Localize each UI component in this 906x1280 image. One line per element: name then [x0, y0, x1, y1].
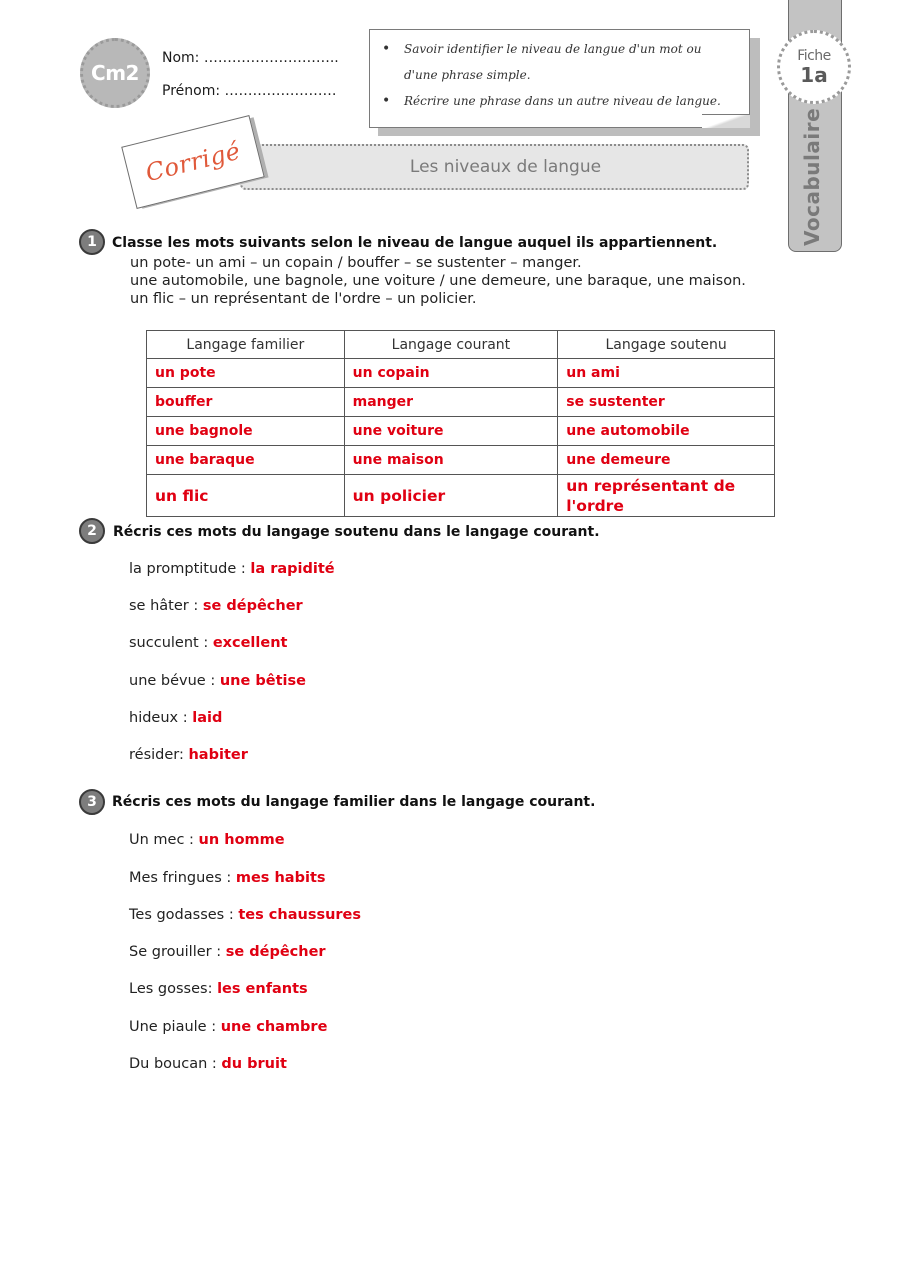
- answer: une chambre: [220, 1019, 328, 1035]
- objectives-list: • Savoir identifier le niveau de langue d…: [380, 36, 737, 114]
- table-cell: un ami: [557, 358, 775, 388]
- exercise-number-2: 2: [79, 518, 105, 544]
- exercise-number-1: 1: [79, 229, 105, 255]
- language-levels-table: Langage familier Langage courant Langage…: [146, 330, 775, 517]
- word-list-line: un flic – un représentant de l'ordre – u…: [130, 291, 477, 307]
- rewrite-item: Mes fringues : mes habits: [129, 870, 326, 886]
- table-cell: un pote: [146, 358, 345, 388]
- rewrite-item: hideux : laid: [129, 710, 223, 726]
- answer: les enfants: [217, 981, 308, 997]
- word-list-line: une automobile, une bagnole, une voiture…: [130, 273, 746, 289]
- rewrite-item: une bévue : une bêtise: [129, 673, 306, 689]
- table-cell: un représentant de l'ordre: [557, 474, 775, 517]
- table-cell: une baraque: [146, 445, 345, 475]
- level-text: Cm2: [91, 61, 139, 85]
- corrige-stamp: Corrigé: [121, 114, 265, 210]
- firstname-field[interactable]: Prénom: ……………………: [162, 83, 337, 99]
- rewrite-item: Se grouiller : se dépêcher: [129, 944, 326, 960]
- exercise-number-3: 3: [79, 789, 105, 815]
- table-cell: une bagnole: [146, 416, 345, 446]
- bullet-icon: •: [382, 93, 391, 109]
- table-row: un pote un copain un ami: [146, 358, 775, 388]
- name-field[interactable]: Nom: ………………………..: [162, 50, 339, 66]
- table-row: un flic un policier un représentant de l…: [146, 474, 775, 517]
- rewrite-item: Tes godasses : tes chaussures: [129, 907, 362, 923]
- answer: une bêtise: [219, 673, 306, 689]
- page-title: Les niveaux de langue: [240, 144, 749, 190]
- column-header-soutenu: Langage soutenu: [557, 330, 775, 359]
- answer: tes chaussures: [238, 907, 362, 923]
- answer: se dépêcher: [225, 944, 326, 960]
- fiche-badge: Fiche 1a: [777, 30, 851, 104]
- exercise-3-instruction: Récris ces mots du langage familier dans…: [112, 794, 596, 810]
- fiche-label: Fiche: [797, 48, 831, 64]
- answer: se dépêcher: [202, 598, 303, 614]
- objective-item: • Savoir identifier le niveau de langue d…: [380, 36, 737, 88]
- answer: un homme: [198, 832, 285, 848]
- rewrite-item: Les gosses: les enfants: [129, 981, 308, 997]
- table-cell: un copain: [343, 358, 559, 388]
- table-cell: une maison: [343, 445, 559, 475]
- exercise-2-instruction: Récris ces mots du langage soutenu dans …: [113, 524, 600, 540]
- table-cell: un policier: [343, 474, 559, 517]
- answer: du bruit: [221, 1056, 287, 1072]
- fiche-number: 1a: [800, 63, 828, 87]
- rewrite-item: se hâter : se dépêcher: [129, 598, 303, 614]
- table-header-row: Langage familier Langage courant Langage…: [146, 330, 775, 359]
- answer: la rapidité: [250, 561, 335, 577]
- table-cell: manger: [343, 387, 559, 417]
- rewrite-item: succulent : excellent: [129, 635, 288, 651]
- page-title-text: Les niveaux de langue: [409, 157, 602, 177]
- corrige-text: Corrigé: [142, 136, 244, 188]
- column-header-courant: Langage courant: [343, 330, 559, 359]
- rewrite-item: Une piaule : une chambre: [129, 1019, 328, 1035]
- column-header-familier: Langage familier: [146, 330, 345, 359]
- objectives-note: • Savoir identifier le niveau de langue d…: [369, 29, 750, 128]
- table-row: bouffer manger se sustenter: [146, 387, 775, 417]
- table-cell: une demeure: [557, 445, 775, 475]
- table-cell: se sustenter: [557, 387, 775, 417]
- table-cell: un flic: [146, 474, 345, 517]
- table-cell: bouffer: [146, 387, 345, 417]
- exercise-1-instruction: Classe les mots suivants selon le niveau…: [112, 235, 718, 251]
- objective-item: • Récrire une phrase dans un autre niveau…: [380, 88, 737, 114]
- word-list-line: un pote- un ami – un copain / bouffer – …: [130, 255, 582, 271]
- bullet-icon: •: [382, 41, 391, 57]
- rewrite-item: la promptitude : la rapidité: [129, 561, 335, 577]
- table-row: une baraque une maison une demeure: [146, 445, 775, 475]
- level-badge: Cm2: [80, 38, 150, 108]
- page-curl-icon: [702, 114, 750, 128]
- table-cell: une voiture: [343, 416, 559, 446]
- answer: mes habits: [235, 870, 326, 886]
- table-row: une bagnole une voiture une automobile: [146, 416, 775, 446]
- answer: habiter: [188, 747, 248, 763]
- table-cell: une automobile: [557, 416, 775, 446]
- rewrite-item: résider: habiter: [129, 747, 248, 763]
- rewrite-item: Du boucan : du bruit: [129, 1056, 287, 1072]
- answer: laid: [192, 710, 223, 726]
- subject-label: Vocabulaire: [800, 107, 824, 246]
- answer: excellent: [212, 635, 288, 651]
- rewrite-item: Un mec : un homme: [129, 832, 285, 848]
